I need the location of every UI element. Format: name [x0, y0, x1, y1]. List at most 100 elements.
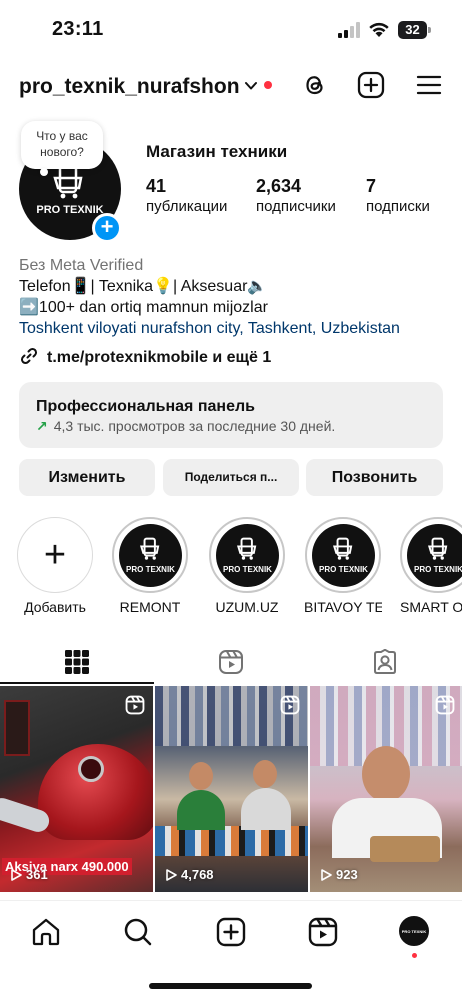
highlight-remont[interactable]: PRO TEXNIK REMONT: [111, 517, 189, 615]
bio-line-2: ➡️100+ dan ortiq mamnun mijozlar: [19, 299, 268, 316]
username[interactable]: pro_texnik_nurafshon: [19, 75, 240, 99]
highlight-logo-text: PRO TEXNIK: [319, 565, 368, 574]
person-head: [253, 760, 277, 788]
status-time: 23:11: [52, 18, 104, 40]
followers-stat[interactable]: 2,634 подписчики: [256, 176, 336, 215]
home-icon[interactable]: [30, 916, 62, 948]
plus-icon: +: [43, 534, 67, 576]
trend-up-icon: ↗: [36, 418, 48, 434]
person-head: [189, 762, 213, 790]
posts-count: 41: [146, 176, 167, 196]
product-box: [4, 700, 30, 756]
posts-grid: Aksiya narx 490.000 361 4,768 923: [0, 686, 462, 892]
reel-indicator-icon: [435, 695, 455, 715]
highlight-logo-text: PRO TEXNIK: [414, 565, 462, 574]
meta-verified-status[interactable]: Без Meta Verified: [19, 255, 449, 276]
story-highlights: + Добавить PRO TEXNIK REMONT PRO TEXNIK …: [0, 517, 462, 617]
reel-indicator-icon: [280, 695, 300, 715]
tagged-icon: [374, 649, 396, 674]
vacuum-dial: [78, 756, 104, 782]
edit-profile-button[interactable]: Изменить: [19, 459, 155, 496]
phone-cart-logo-icon: [333, 537, 353, 560]
highlight-add[interactable]: + Добавить: [16, 517, 94, 615]
highlight-smart[interactable]: PRO TEXNIK SMART O: [400, 517, 462, 615]
bio-line-1: Telefon📱| Texnika💡| Aksesuar🔈: [19, 278, 268, 295]
battery-indicator: 32: [398, 21, 431, 39]
share-profile-button[interactable]: Поделиться п...: [163, 459, 299, 496]
hamburger-icon[interactable]: [414, 70, 444, 100]
grid-icon: [65, 650, 89, 674]
bio: Без Meta Verified Telefon📱| Texnika💡| Ak…: [19, 255, 449, 339]
create-post-icon[interactable]: [215, 916, 247, 948]
pro-panel-subtitle: ↗ 4,3 тыс. просмотров за последние 30 дне…: [36, 418, 335, 435]
post-tile[interactable]: 923: [310, 686, 462, 892]
phone-cart-logo-icon: [140, 537, 160, 560]
reels-nav-icon[interactable]: [307, 916, 339, 948]
nav-avatar: PRO TEXNIK: [399, 916, 429, 946]
location-link[interactable]: Toshkent viloyati nurafshon city, Tashke…: [19, 318, 449, 339]
chevron-down-icon[interactable]: [243, 78, 259, 94]
view-count-value: 361: [26, 867, 48, 882]
status-bar: 23:11 32: [0, 0, 462, 60]
profile-header: pro_texnik_nurafshon: [0, 66, 462, 106]
highlight-label: Добавить: [24, 599, 86, 615]
external-link-text: t.me/protexnikmobile и ещё 1: [47, 349, 272, 366]
reel-indicator-icon: [125, 695, 145, 715]
post-tile[interactable]: Aksiya narx 490.000 361: [0, 686, 153, 892]
phone-cart-logo-icon: [428, 537, 448, 560]
highlight-uzum[interactable]: PRO TEXNIK UZUM.UZ: [208, 517, 286, 615]
plus-square-icon[interactable]: [356, 70, 386, 100]
phone-cart-logo-icon: [237, 537, 257, 560]
reels-icon: [219, 650, 243, 674]
post-tile[interactable]: 4,768: [155, 686, 308, 892]
highlight-logo-text: PRO TEXNIK: [126, 565, 175, 574]
view-count-value: 4,768: [181, 867, 214, 882]
posts-label: публикации: [146, 198, 228, 215]
highlight-label: REMONT: [119, 599, 181, 615]
person-head: [362, 746, 410, 802]
link-icon: [20, 347, 38, 365]
play-icon: [321, 869, 332, 881]
pro-panel-views: 4,3 тыс. просмотров за последние 30 дней…: [53, 418, 336, 434]
battery-level: 32: [398, 21, 427, 39]
play-icon: [166, 869, 177, 881]
cellular-signal-icon: [338, 22, 360, 38]
highlight-bitavoy[interactable]: PRO TEXNIK BITAVOY TE...: [304, 517, 382, 615]
add-story-button[interactable]: +: [92, 213, 122, 243]
followers-label: подписчики: [256, 198, 336, 215]
note-bubble[interactable]: Что у вас нового?: [21, 121, 103, 169]
highlight-logo-text: PRO TEXNIK: [223, 565, 272, 574]
wifi-icon: [369, 22, 389, 37]
following-label: подписки: [366, 198, 430, 215]
search-icon[interactable]: [122, 916, 154, 948]
notification-dot: [264, 81, 272, 89]
note-bubble-tail: [40, 168, 48, 176]
highlight-label: UZUM.UZ: [215, 599, 279, 615]
view-count: 923: [320, 867, 358, 882]
call-button[interactable]: Позвонить: [306, 459, 443, 496]
highlight-label: BITAVOY TE...: [304, 599, 382, 615]
tab-tagged[interactable]: [308, 640, 462, 684]
profile-tab[interactable]: PRO TEXNIK: [399, 916, 431, 948]
external-link[interactable]: t.me/protexnikmobile и ещё 1: [19, 346, 271, 367]
display-case: [155, 826, 308, 856]
threads-icon[interactable]: [300, 70, 330, 100]
home-indicator[interactable]: [149, 983, 312, 989]
professional-dashboard[interactable]: Профессиональная панель ↗ 4,3 тыс. просмо…: [19, 382, 443, 448]
posts-stat[interactable]: 41 публикации: [146, 176, 227, 215]
profile-tabs: [0, 640, 462, 684]
phone-cart-logo-icon: [53, 164, 83, 199]
view-count: 4,768: [165, 867, 214, 882]
view-count: 361: [10, 867, 48, 882]
tab-reels[interactable]: [154, 640, 308, 684]
play-icon: [11, 869, 22, 881]
person-body: [177, 790, 225, 830]
followers-count: 2,634: [256, 176, 302, 196]
tab-posts-grid[interactable]: [0, 640, 154, 684]
view-count-value: 923: [336, 867, 358, 882]
following-stat[interactable]: 7 подписки: [366, 176, 430, 215]
highlight-label: SMART O: [400, 599, 462, 615]
pro-panel-title: Профессиональная панель: [36, 398, 255, 415]
person-body: [241, 788, 291, 830]
notification-dot: [412, 953, 417, 958]
